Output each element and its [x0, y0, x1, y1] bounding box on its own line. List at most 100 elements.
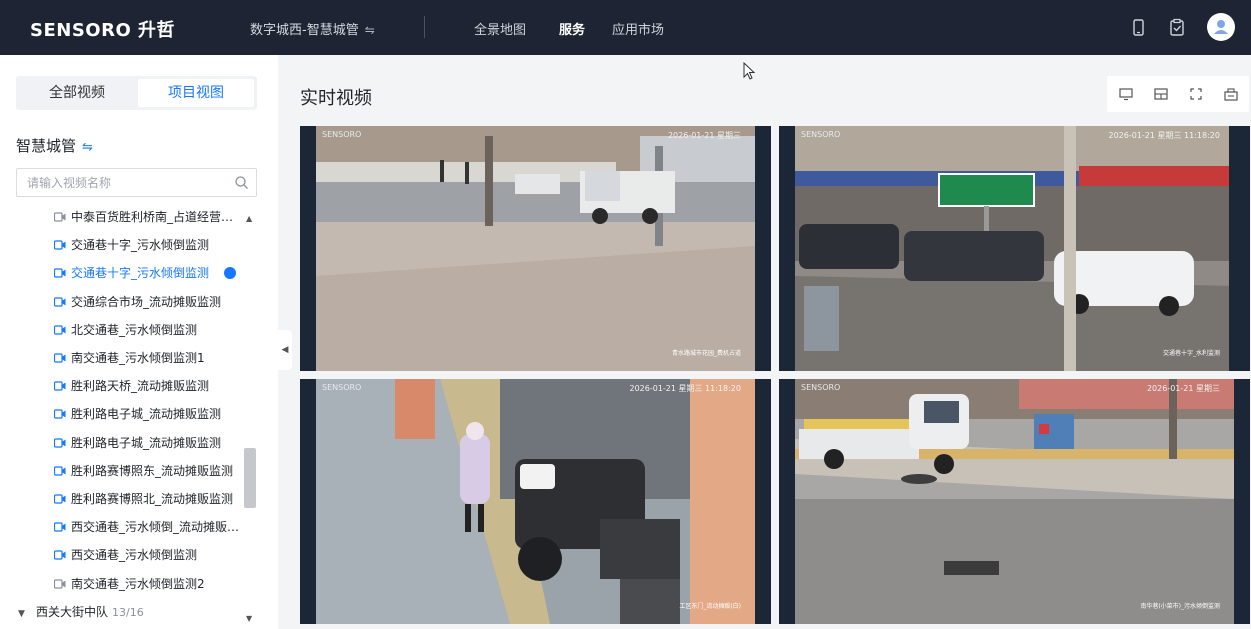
tree-camera-label: 西交通巷_污水倾倒监测 [71, 548, 198, 563]
video-label: 南华巷(小菜市)_污水倾倒监测 [1140, 603, 1220, 610]
camera-icon [54, 325, 66, 335]
tree-camera-item[interactable]: 交通巷十字_污水倾倒监测 [54, 235, 244, 255]
monitor-icon[interactable] [1117, 85, 1135, 103]
camera-icon [54, 353, 66, 363]
scroll-up-icon[interactable]: ▲ [246, 214, 252, 223]
tree-camera-item[interactable]: 交通综合市场_流动摊贩监测 [54, 292, 244, 312]
mobile-icon[interactable] [1127, 17, 1149, 39]
tree-camera-label: 胜利路电子城_流动摊贩监测 [71, 435, 222, 450]
user-avatar[interactable] [1207, 13, 1235, 41]
page-title: 实时视频 [300, 88, 372, 109]
clipboard-check-icon[interactable] [1166, 17, 1188, 39]
tree-camera-label: 胜利路电子城_流动摊贩监测 [71, 407, 222, 422]
video-brand: SENSORO [322, 383, 362, 392]
video-label: 青水路城市花园_费机占道 [671, 350, 741, 357]
nav-app-market[interactable]: 应用市场 [612, 19, 664, 38]
camera-icon [54, 296, 66, 307]
tree-camera-item[interactable]: 西交通巷_污水倾倒监测 [54, 545, 244, 565]
video-timestamp: 2026-01-21 星期三 11:18:20 [1108, 131, 1220, 140]
camera-icon [54, 409, 66, 419]
tree-camera-label: 交通巷十字_污水倾倒监测 [71, 238, 210, 253]
collapse-sidebar-button[interactable]: ◀ [278, 330, 292, 370]
sidebar: 全部视频 项目视图 智慧城管 ⇋ 中泰百货胜利桥南_占道经营监测交通巷十字_污水倾… [0, 55, 278, 629]
tree-camera-item[interactable]: 胜利路电子城_流动摊贩监测 [54, 433, 244, 453]
tab-all-videos[interactable]: 全部视频 [19, 79, 135, 107]
tree-camera-label: 中泰百货胜利桥南_占道经营监测 [71, 210, 244, 224]
video-frame-street [779, 126, 1250, 371]
brand-logo[interactable]: SENSORO 升哲 [30, 16, 175, 42]
tree-camera-label: 南交通巷_污水倾倒监测2 [71, 576, 205, 591]
tab-project-view[interactable]: 项目视图 [138, 79, 254, 107]
project-switcher[interactable]: 数字城西-智慧城管 ⇋ [250, 19, 375, 38]
video-brand: SENSORO [322, 130, 362, 139]
scroll-down-icon[interactable]: ▼ [246, 614, 252, 623]
swap-icon[interactable]: ⇋ [365, 23, 375, 37]
user-icon [1214, 20, 1228, 34]
tree-group-count: 13/16 [112, 605, 144, 619]
camera-icon [54, 268, 66, 278]
camera-icon [54, 437, 66, 448]
video-frame-sidewalk [300, 379, 771, 624]
scroll-thumb[interactable] [244, 448, 256, 508]
chevron-left-icon: ◀ [281, 345, 289, 355]
video-frame-plaza [300, 126, 771, 371]
video-timestamp: 2026-01-21 星期三 [667, 131, 741, 140]
tree-camera-label: 胜利路天桥_流动摊贩监测 [71, 379, 210, 394]
tree-camera-item[interactable]: 胜利路赛博照北_流动摊贩监测 [54, 489, 244, 509]
nav-services[interactable]: 服务 [559, 19, 585, 38]
camera-icon [54, 212, 66, 222]
video-search-input[interactable] [16, 168, 257, 197]
camera-icon [54, 466, 66, 476]
tree-camera-item[interactable]: 南交通巷_污水倾倒监测1 [54, 348, 244, 368]
search-icon[interactable] [234, 175, 249, 190]
view-toolbar [1107, 76, 1249, 112]
tree-camera-item[interactable]: 胜利路赛博照东_流动摊贩监测 [54, 461, 244, 481]
tree-camera-label: 胜利路赛博照东_流动摊贩监测 [71, 463, 234, 478]
tree-camera-label: 胜利路赛博照北_流动摊贩监测 [71, 492, 234, 506]
tree-camera-item[interactable]: 胜利路电子城_流动摊贩监测 [54, 404, 244, 424]
snapshot-icon[interactable] [1222, 85, 1240, 103]
tree-camera-label: 北交通巷_污水倾倒监测 [71, 322, 198, 337]
tree-camera-item[interactable]: 北交通巷_污水倾倒监测 [54, 320, 244, 340]
camera-icon [54, 522, 66, 532]
video-timestamp: 2026-01-21 星期三 [1146, 384, 1220, 393]
mouse-cursor-icon [743, 62, 756, 80]
tree-camera-item[interactable]: 西交通巷_污水倾倒_流动摊贩监测 [54, 517, 244, 537]
video-tile[interactable]: SENSORO 2026-01-21 星期三 南华巷(小菜市)_污水倾倒监测 [779, 379, 1250, 624]
top-bar: SENSORO 升哲 数字城西-智慧城管 ⇋ 全景地图 服务 应用市场 [0, 0, 1251, 55]
layout-icon[interactable] [1152, 85, 1170, 103]
caret-down-icon[interactable]: ▼ [18, 604, 28, 624]
tree-camera-label: 西交通巷_污水倾倒_流动摊贩监测 [71, 520, 244, 535]
top-divider [424, 16, 425, 38]
group-title: 智慧城管 ⇋ [16, 135, 93, 156]
tree-camera-item[interactable]: 胜利路天桥_流动摊贩监测 [54, 376, 244, 396]
project-name: 数字城西-智慧城管 [250, 23, 359, 38]
tree-camera-item[interactable]: 交通巷十字_污水倾倒监测 [54, 263, 244, 283]
camera-tree: 中泰百货胜利桥南_占道经营监测 交通巷十字_污水倾倒监测 交通巷十字_污水倾倒监测交… [0, 202, 245, 627]
fullscreen-icon[interactable] [1187, 85, 1205, 103]
tree-camera-label: 交通综合市场_流动摊贩监测 [71, 294, 222, 309]
video-tile[interactable]: SENSORO 2026-01-21 星期三 11:18:20 工区东门_流动摊… [300, 379, 771, 624]
camera-icon [54, 381, 66, 391]
video-label: 交通巷十字_水利监测 [1162, 350, 1220, 357]
video-tile[interactable]: SENSORO 2026-01-21 星期三 青水路城市花园_费机占道 [300, 126, 771, 371]
video-label: 工区东门_流动摊贩(白) [679, 603, 741, 610]
tree-camera-item[interactable]: 南交通巷_污水倾倒监测2 [54, 574, 244, 594]
swap-icon[interactable]: ⇋ [82, 140, 93, 155]
tree-camera-item[interactable]: 中泰百货胜利桥南_占道经营监测 [54, 207, 244, 227]
camera-icon [54, 550, 66, 560]
video-grid: SENSORO 2026-01-21 星期三 青水路城市花园_费机占道 SENS… [300, 126, 1250, 624]
tree-camera-label: 南交通巷_污水倾倒监测1 [71, 351, 205, 365]
video-brand: SENSORO [801, 130, 841, 139]
video-tile[interactable]: SENSORO 2026-01-21 星期三 11:18:20 交通巷十字_水利… [779, 126, 1250, 371]
video-frame-truck [779, 379, 1250, 624]
camera-icon [54, 494, 66, 504]
tree-scrollbar[interactable]: ▲ ▼ [243, 210, 257, 627]
view-tabs: 全部视频 项目视图 [16, 76, 257, 110]
camera-icon [54, 240, 66, 250]
tree-group[interactable]: ▼ 西关大街中队 13/16 [18, 602, 144, 624]
playing-indicator-icon [224, 267, 236, 280]
nav-panorama-map[interactable]: 全景地图 [474, 19, 526, 38]
video-brand: SENSORO [801, 383, 841, 392]
group-title-label: 智慧城管 [16, 137, 77, 155]
